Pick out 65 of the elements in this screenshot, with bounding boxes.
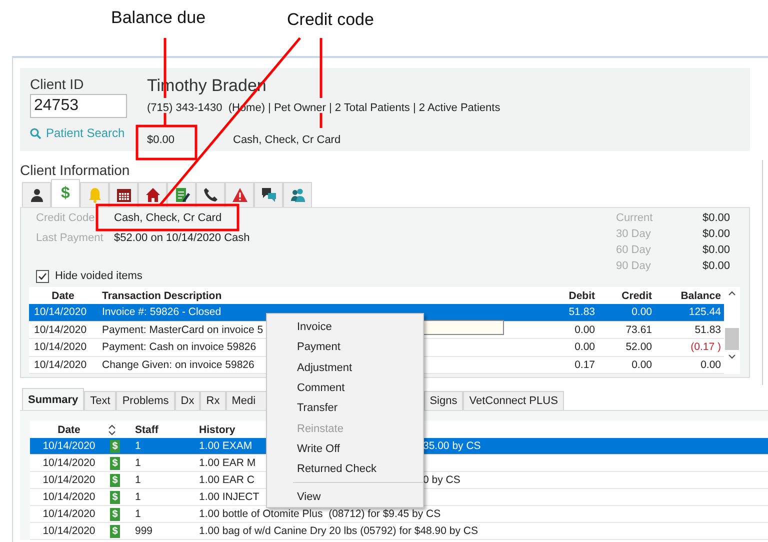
invoice-badge: $	[110, 508, 120, 520]
table-cell-text: 1.00 EXAM	[199, 440, 254, 452]
table-cell-text: 10/14/2020	[33, 306, 88, 318]
table-cell-text: Invoice #: 59826 - Closed	[101, 306, 222, 318]
table-cell-text: 999	[134, 525, 154, 537]
table-cell-text: 10/14/2020	[42, 491, 96, 503]
aging-label: 60 Day	[616, 244, 652, 258]
table-cell-text: 0.00	[630, 306, 653, 318]
table-cell-text: 52.00	[624, 341, 653, 354]
table-cell-text: 0.17	[574, 358, 596, 371]
annotation-label: Balance due	[111, 8, 206, 28]
aging-label: 30 Day	[616, 228, 652, 242]
info-value: Cash, Check, Cr Card	[114, 212, 223, 224]
invoice-badge: $	[110, 490, 120, 504]
table-cell: 1.00 bag of w/d Canine Dry 20 lbs (05792) for $48.90 by CS	[199, 525, 478, 537]
table-cell-text: 51.83	[568, 306, 596, 318]
table-cell-text: (0.17 )	[690, 341, 722, 354]
info-label: Last Payment	[36, 232, 104, 244]
table-cell-text: 10/14/2020	[42, 474, 96, 486]
table-cell: 35.00 by CS	[423, 440, 481, 452]
dollar-icon: $	[61, 184, 70, 202]
balance-due: $0.00	[147, 134, 176, 146]
aging-value: $0.00	[701, 228, 730, 242]
table-cell-text: 51.83	[694, 324, 722, 336]
annotation-label: Credit code	[287, 10, 374, 30]
info-value: $52.00 on 10/14/2020 Cash	[114, 232, 250, 244]
table-cell-text: 1.00 EAR C	[199, 474, 256, 486]
aging-value: $0.00	[701, 260, 730, 274]
table-cell-text: Change Given: on invoice 59826	[101, 358, 256, 371]
client-id-label: Client ID	[30, 76, 85, 92]
table-cell-text: Payment: Cash on invoice 59826	[101, 341, 258, 354]
table-cell-text: 125.44	[688, 306, 722, 318]
table-cell-text: 1	[134, 508, 142, 520]
info-label: Credit Code	[36, 212, 96, 224]
table-cell-text: 0.00	[574, 324, 596, 336]
table-cell: 1.00 EAR M	[199, 457, 256, 469]
aging-value: $0.00	[701, 244, 730, 258]
table-cell-text: 10/14/2020	[42, 457, 96, 469]
invoice-badge: $	[110, 524, 120, 538]
table-cell-text: 0.00	[700, 358, 722, 371]
aging-label: Current	[616, 212, 654, 226]
table-cell-text: 10/14/2020	[33, 358, 88, 371]
table-cell-text: Payment: MasterCard on invoice 5	[101, 324, 264, 336]
table-cell-text: 1	[134, 491, 142, 503]
table-cell-text: 10/14/2020	[42, 440, 96, 452]
aging-value: $0.00	[701, 212, 730, 226]
section-title: Client Information	[20, 162, 131, 178]
table-cell-text: 73.61	[624, 324, 653, 336]
table-cell-text: 0.00	[574, 341, 596, 354]
table-cell-text: 0.00	[630, 358, 653, 371]
invoice-badge: $	[110, 440, 120, 452]
table-cell: 1.00 bottle of Otomite Plus (08712) for $9.45 by CS	[199, 508, 441, 520]
table-cell-text: 10/14/2020	[33, 341, 88, 354]
checkbox-label: Hide voided items	[55, 270, 142, 282]
table-cell-text: 1	[134, 440, 142, 452]
table-cell-text: 10/14/2020	[33, 324, 88, 336]
table-cell-text: 1	[134, 457, 142, 469]
invoice-badge: $	[110, 456, 120, 470]
invoice-badge: $	[110, 474, 120, 486]
table-cell-text: 10/14/2020	[42, 508, 96, 520]
table-cell: 1.00 INJECT	[199, 491, 260, 503]
credit-code: Cash, Check, Cr Card	[233, 134, 342, 146]
table-cell-text: 10/14/2020	[42, 525, 96, 537]
table-cell-text: 1	[134, 474, 142, 486]
aging-label: 90 Day	[616, 260, 652, 274]
